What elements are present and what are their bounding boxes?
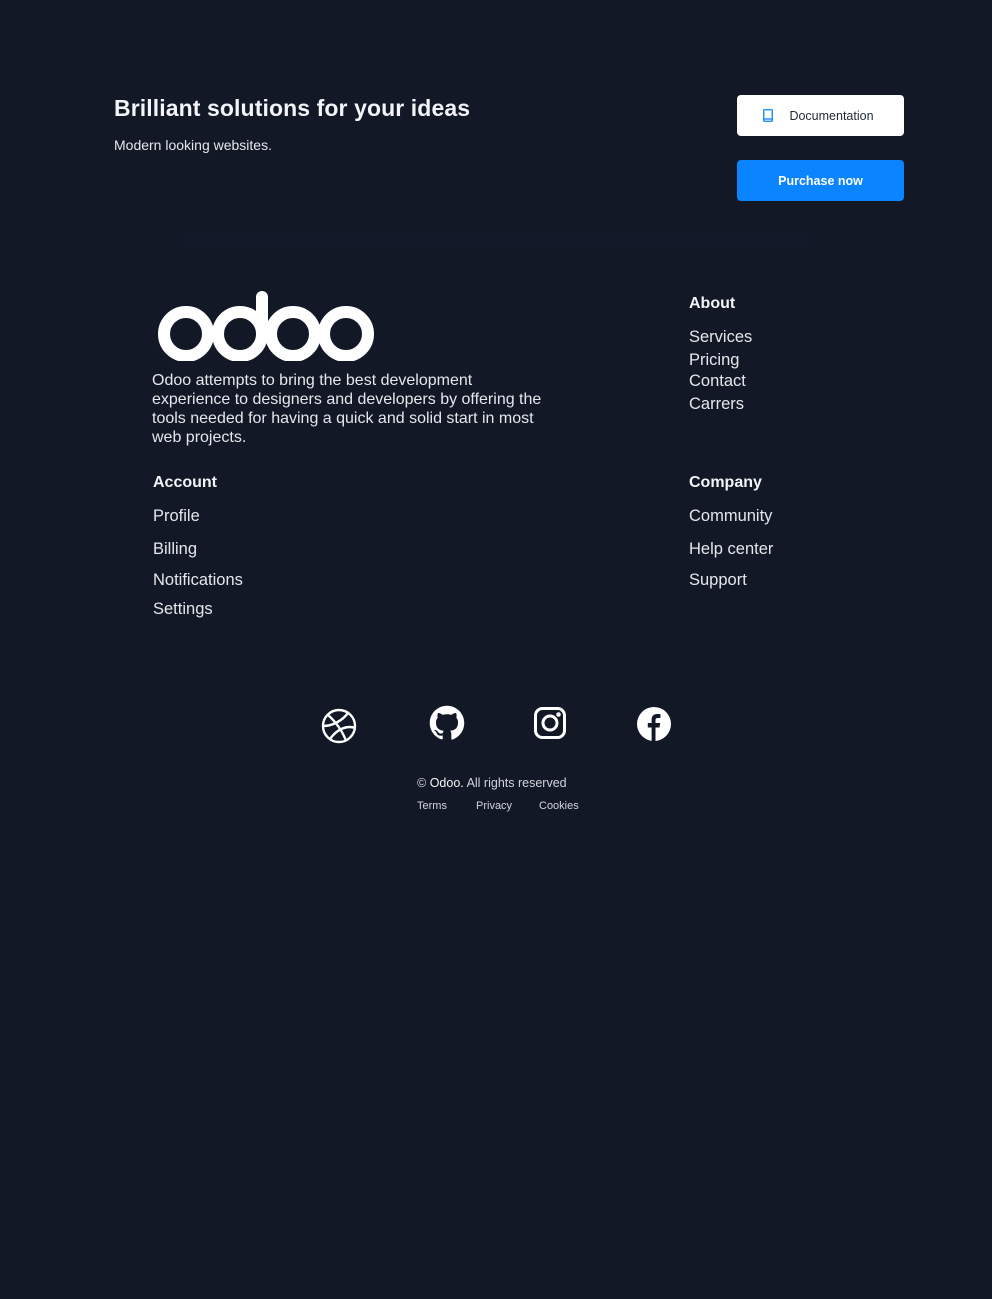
link-pricing[interactable]: Pricing — [689, 351, 739, 370]
link-terms[interactable]: Terms — [417, 800, 447, 812]
link-support[interactable]: Support — [689, 571, 747, 590]
odoo-logo[interactable] — [152, 291, 374, 366]
link-cookies[interactable]: Cookies — [539, 800, 579, 812]
copyright-brand[interactable]: Odoo. — [430, 776, 464, 790]
copyright-symbol: © — [417, 776, 427, 790]
link-help-center[interactable]: Help center — [689, 540, 773, 559]
instagram-icon[interactable] — [530, 703, 570, 743]
link-contact[interactable]: Contact — [689, 372, 746, 391]
github-icon[interactable] — [427, 703, 467, 743]
link-profile[interactable]: Profile — [153, 507, 200, 526]
documentation-button-label: Documentation — [789, 108, 874, 123]
section-divider — [183, 239, 809, 241]
company-title: Company — [689, 474, 762, 491]
link-billing[interactable]: Billing — [153, 540, 197, 559]
about-title: About — [689, 295, 736, 312]
account-title: Account — [153, 474, 217, 491]
documentation-button[interactable]: Documentation — [737, 95, 904, 136]
link-notifications[interactable]: Notifications — [153, 571, 243, 590]
dribbble-icon[interactable] — [319, 706, 359, 746]
link-privacy[interactable]: Privacy — [476, 800, 512, 812]
hero-title: Brilliant solutions for your ideas — [114, 95, 471, 121]
copyright: © Odoo. All rights reserved — [417, 776, 567, 790]
link-community[interactable]: Community — [689, 507, 772, 526]
book-icon — [763, 109, 773, 125]
purchase-button[interactable]: Purchase now — [737, 160, 904, 201]
link-settings[interactable]: Settings — [153, 600, 213, 619]
link-carrers[interactable]: Carrers — [689, 395, 744, 414]
brand-description: Odoo attempts to bring the best developm… — [152, 372, 542, 446]
facebook-icon[interactable] — [634, 704, 674, 744]
copyright-text: All rights reserved — [466, 776, 567, 790]
link-services[interactable]: Services — [689, 328, 752, 347]
hero-subtitle: Modern looking websites. — [114, 137, 272, 153]
